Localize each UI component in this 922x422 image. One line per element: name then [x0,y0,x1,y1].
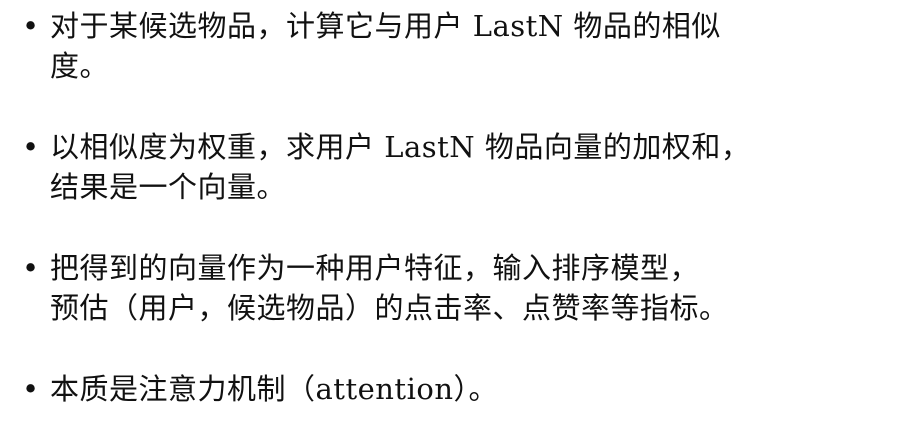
slide: • 对于某候选物品，计算它与用户 LastN 物品的相似 度。 • 以相似度为权… [0,0,922,422]
bullet-item-similarity: • 对于某候选物品，计算它与用户 LastN 物品的相似 度。 [20,6,910,86]
bullet-text-line: 结果是一个向量。 [50,170,287,204]
bullet-text-line: 以相似度为权重，求用户 LastN 物品向量的加权和， [50,130,751,164]
bullet-dot-icon: • [22,372,40,406]
bullet-item-ranking-feature: • 把得到的向量作为一种用户特征，输入排序模型， 预估（用户，候选物品）的点击率… [20,248,910,328]
bullet-text-line: 本质是注意力机制（attention）。 [50,372,499,406]
bullet-dot-icon: • [22,130,40,164]
bullet-dot-icon: • [22,9,40,43]
bullet-dot-icon: • [22,251,40,285]
bullet-item-attention: • 本质是注意力机制（attention）。 [20,369,910,409]
bullet-text-line: 度。 [50,49,110,83]
bullet-text-line: 对于某候选物品，计算它与用户 LastN 物品的相似 [50,9,721,43]
bullet-list: • 对于某候选物品，计算它与用户 LastN 物品的相似 度。 • 以相似度为权… [20,6,910,409]
bullet-text-line: 把得到的向量作为一种用户特征，输入排序模型， [50,251,700,285]
bullet-item-weighted-sum: • 以相似度为权重，求用户 LastN 物品向量的加权和， 结果是一个向量。 [20,127,910,207]
bullet-text-line: 预估（用户，候选物品）的点击率、点赞率等指标。 [50,291,729,325]
